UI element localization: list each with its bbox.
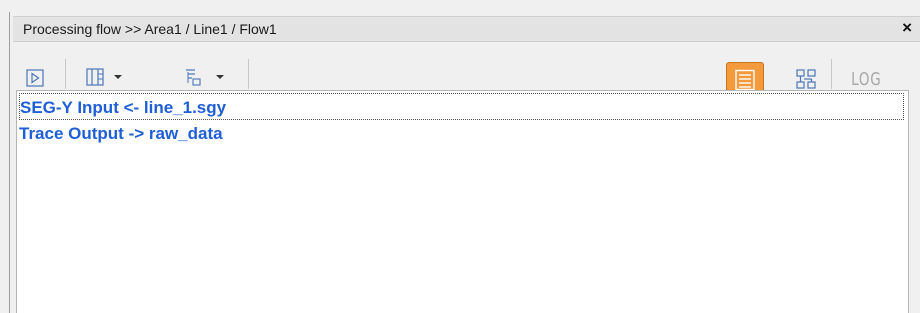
log-label: LOG (850, 68, 882, 90)
toolbar: LOG (13, 42, 920, 98)
list-item[interactable]: Trace Output -> raw_data (19, 120, 904, 147)
flowchart-icon (796, 69, 816, 89)
toolbar-separator (65, 59, 66, 89)
toolbar-separator (831, 59, 832, 89)
panel-titlebar: Processing flow >> Area1 / Line1 / Flow1… (13, 16, 920, 42)
run-button[interactable] (23, 66, 47, 90)
flow-item-label: SEG-Y Input <- line_1.sgy (20, 98, 227, 117)
play-icon (26, 69, 44, 87)
close-button[interactable]: × (902, 18, 912, 38)
columns-icon (86, 68, 104, 86)
processing-flow-panel: Processing flow >> Area1 / Line1 / Flow1… (13, 12, 920, 313)
left-border (9, 12, 10, 313)
tree-dropdown[interactable] (173, 64, 237, 90)
list-view-icon (735, 69, 755, 91)
panel-title: Processing flow >> Area1 / Line1 / Flow1 (23, 21, 277, 37)
flow-list: SEG-Y Input <- line_1.sgy Trace Output -… (16, 90, 909, 313)
list-item[interactable]: SEG-Y Input <- line_1.sgy (19, 93, 904, 120)
chevron-down-icon (114, 75, 122, 79)
columns-dropdown[interactable] (79, 64, 131, 90)
toolbar-separator (248, 59, 249, 89)
tree-icon (186, 69, 201, 86)
flow-item-label: Trace Output -> raw_data (19, 124, 223, 143)
chevron-down-icon (216, 75, 224, 79)
